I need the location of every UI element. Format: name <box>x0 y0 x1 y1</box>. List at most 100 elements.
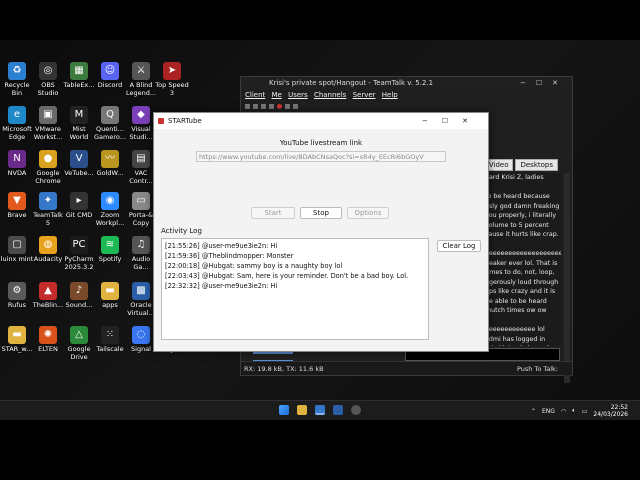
chat-line: volume to 5 percent <box>485 221 549 229</box>
apps-folder-icon: ▬ <box>101 282 119 300</box>
recycle-bin-icon: ♻ <box>8 62 26 80</box>
chat-line: mutch times ow ow <box>485 307 547 314</box>
desktop-shortcut[interactable]: M Mist World <box>62 106 96 141</box>
desktop-shortcut[interactable]: ➤ Top Speed 3 <box>155 62 189 97</box>
startube-taskbar-icon[interactable] <box>351 405 361 415</box>
tray-chevron-icon[interactable]: ⌃ <box>531 408 536 415</box>
file-explorer-icon[interactable] <box>297 405 307 415</box>
volume-icon[interactable]: 🔈︎ <box>572 407 576 415</box>
startube-window[interactable]: STARTube −☐✕ YouTube livestream link htt… <box>153 112 489 352</box>
chat-line: times to do, not, loop, <box>485 269 555 276</box>
menu-help[interactable]: Help <box>382 91 398 99</box>
teamtalk-window-controls[interactable]: −☐✕ <box>520 77 568 90</box>
tailscale-icon: ⁙ <box>101 326 119 344</box>
desktop-shortcut[interactable]: ▸ Git CMD <box>62 192 96 220</box>
desktop-shortcut[interactable]: ◎ OBS Studio <box>31 62 65 97</box>
teamtalk-statusbar: RX: 19.8 kB, TX: 11.6 kB Push To Talk: <box>241 361 572 375</box>
chrome-icon: ● <box>39 150 57 168</box>
desktop-shortcut-label: Brave <box>7 211 27 219</box>
desktop-shortcut[interactable]: ⚙ Rufus <box>0 282 34 310</box>
desktop-shortcut[interactable]: ▼ Brave <box>0 192 34 220</box>
desktop-shortcut[interactable]: ▦ TableEx... <box>62 62 96 90</box>
menu-client[interactable]: Client <box>245 91 265 99</box>
menu-server[interactable]: Server <box>353 91 376 99</box>
toolbar-mic-icon[interactable] <box>261 103 266 109</box>
desktop-shortcut[interactable]: ✺ ELTEN <box>31 326 65 354</box>
desktop-shortcut-label: TableEx... <box>63 81 95 89</box>
wifi-icon[interactable]: ◠ <box>561 408 566 415</box>
desktop-shortcut[interactable]: ▬ STAR_w... <box>0 326 34 354</box>
desktop-shortcut[interactable]: ♪ Sound... <box>62 282 96 310</box>
start-button[interactable]: Start <box>251 207 295 219</box>
toolbar-desktop-icon[interactable] <box>293 103 298 109</box>
chat-line: eeeeeeeeeeeee lol <box>485 326 545 333</box>
clock-date: 24/03/2026 <box>593 411 628 418</box>
chat-line: eeeeeeeeeeeeeeeeeeeee <box>485 250 561 257</box>
menu-me[interactable]: Me <box>272 91 282 99</box>
desktop-shortcut[interactable]: N NVDA <box>0 150 34 178</box>
chat-line <box>485 316 561 326</box>
desktop-shortcut[interactable]: ◍ Audacity <box>31 236 65 264</box>
desktop-shortcut[interactable]: ♻ Recycle Bin <box>0 62 34 97</box>
toolbar-video-icon[interactable] <box>269 103 274 109</box>
tab-desktops[interactable]: Desktops <box>515 159 558 171</box>
desktop-shortcut[interactable]: ▬ apps <box>93 282 127 310</box>
start-icon[interactable] <box>279 405 289 415</box>
language-indicator[interactable]: ENG <box>542 408 555 415</box>
activity-log[interactable]: [21:55:26] @user-me9ue3ie2n: Hi [21:59:36… <box>161 238 429 340</box>
desktop-shortcut[interactable]: ● Google Chrome <box>31 150 65 185</box>
taskbar: ⌃ ENG ◠ 🔈︎ ▭ 22:52 24/03/2026 <box>0 400 640 420</box>
options-button[interactable]: Options <box>347 207 389 219</box>
stop-button[interactable]: Stop <box>300 207 342 219</box>
desktop-shortcut[interactable]: 〰 GoldW... <box>93 150 127 178</box>
desktop-shortcut-label: GoldW... <box>96 169 124 177</box>
teamtalk-taskbar-icon[interactable] <box>315 405 325 415</box>
desktop-shortcut[interactable]: V VeTube... <box>62 150 96 178</box>
rufus-icon: ⚙ <box>8 282 26 300</box>
clear-log-button[interactable]: Clear Log <box>437 240 481 252</box>
livestream-url-input[interactable]: https://www.youtube.com/live/BDAbCNsaQoc… <box>196 151 446 162</box>
startube-window-controls[interactable]: −☐✕ <box>422 113 482 129</box>
desktop-shortcut-label: TeamTalk 5 <box>33 211 63 227</box>
desktop-shortcut-label: PyCharm 2025.3.2 <box>64 255 94 271</box>
desktop-shortcut[interactable]: Q Quenti... Gamero... <box>93 106 127 141</box>
menu-channels[interactable]: Channels <box>314 91 346 99</box>
toolbar-record-icon[interactable] <box>277 103 282 109</box>
log-entry: [22:00:18] @Hubgat: sammy boy is a naugh… <box>165 262 343 270</box>
desktop-shortcut[interactable]: ☺ Discord <box>93 62 127 90</box>
desktop-shortcut[interactable]: ⚔ A Blind Legend... <box>124 62 158 97</box>
desktop-shortcut[interactable]: ≋ Spotify <box>93 236 127 264</box>
log-entry: [21:55:26] @user-me9ue3ie2n: Hi <box>165 242 278 250</box>
desktop-shortcut[interactable]: ▢ luinx mint <box>0 236 34 264</box>
chat-scrollbar[interactable] <box>564 173 570 383</box>
activity-log-label: Activity Log <box>161 227 202 235</box>
desktop-shortcut-label: NVDA <box>7 169 27 177</box>
porta-copy-icon: ▭ <box>132 192 150 210</box>
desktop-shortcut[interactable]: ▣ VMware Workst... <box>31 106 65 141</box>
desktop-shortcut[interactable]: △ Google Drive <box>62 326 96 361</box>
menu-users[interactable]: Users <box>288 91 308 99</box>
desktop-shortcut-label: STAR_w... <box>1 345 33 353</box>
clock-time: 22:52 <box>610 404 628 411</box>
blind-legend-icon: ⚔ <box>132 62 150 80</box>
desktop-shortcut-label: Google Drive <box>67 345 91 361</box>
audacity-icon: ◍ <box>39 236 57 254</box>
desktop-shortcut[interactable]: PC PyCharm 2025.3.2 <box>62 236 96 271</box>
clock[interactable]: 22:52 24/03/2026 <box>593 404 628 418</box>
desktop-shortcut[interactable]: ✦ TeamTalk 5 <box>31 192 65 227</box>
brave-icon: ▼ <box>8 192 26 210</box>
toolbar-speaker-icon[interactable] <box>285 103 290 109</box>
desktop-shortcut-label: VMware Workst... <box>33 125 63 141</box>
toolbar-connect-icon[interactable] <box>245 103 250 109</box>
toolbar-prefs-icon[interactable] <box>253 103 258 109</box>
desktop-shortcut[interactable]: ◉ Zoom Workpl... <box>93 192 127 227</box>
edit-pen-icon[interactable] <box>333 405 343 415</box>
desktop-shortcut[interactable]: ⁙ Tailscale <box>93 326 127 354</box>
desktop-shortcut[interactable]: e Microsoft Edge <box>0 106 34 141</box>
teamtalk-menubar: Client Me Users Channels Server Help <box>241 90 572 101</box>
chat-line: ngerously loud through <box>485 278 559 286</box>
desktop-shortcut-label: VeTube... <box>64 169 94 177</box>
battery-icon[interactable]: ▭ <box>582 408 588 415</box>
log-entry: [22:03:43] @Hubgat: Sam, here is your re… <box>165 272 409 280</box>
desktop-shortcut[interactable]: ▲ TheBlin... <box>31 282 65 310</box>
